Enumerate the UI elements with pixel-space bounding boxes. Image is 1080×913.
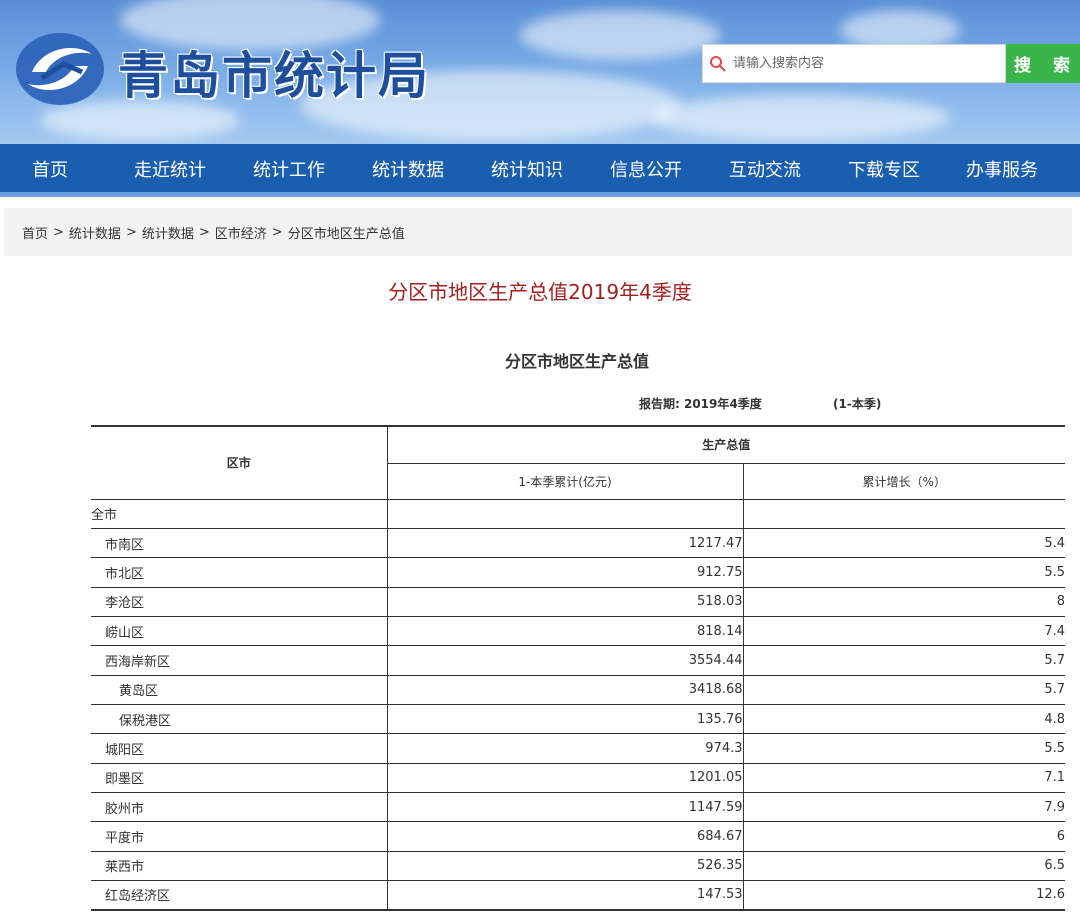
table-row: 全市 xyxy=(91,499,1066,529)
report-period: 报告期: 2019年4季度 xyxy=(639,397,762,411)
row-growth: 5.7 xyxy=(743,675,1066,705)
row-name: 胶州市 xyxy=(91,792,388,823)
column-header-region: 区市 xyxy=(91,425,388,500)
row-value: 1217.47 xyxy=(387,528,744,559)
breadcrumb-separator: > xyxy=(53,224,64,240)
row-name: 黄岛区 xyxy=(91,675,388,705)
row-value: 3418.68 xyxy=(387,675,744,705)
row-growth: 6 xyxy=(743,821,1066,852)
row-growth: 7.9 xyxy=(743,792,1066,823)
row-name: 崂山区 xyxy=(91,616,388,647)
row-growth: 7.1 xyxy=(743,763,1066,793)
row-name: 保税港区 xyxy=(91,704,388,735)
table-row: 市北区 912.75 5.5 xyxy=(91,557,1066,588)
row-value: 1201.05 xyxy=(387,763,744,793)
row-value: 1147.59 xyxy=(387,792,744,823)
row-name: 全市 xyxy=(91,499,388,529)
main-nav: 首页 走近统计 统计工作 统计数据 统计知识 信息公开 互动交流 下载专区 办事… xyxy=(0,144,1080,197)
breadcrumb-separator: > xyxy=(125,224,137,240)
row-value xyxy=(387,499,744,529)
table-row: 西海岸新区 3554.44 5.7 xyxy=(91,645,1066,676)
nav-item-data[interactable]: 统计数据 xyxy=(372,156,444,182)
row-value: 147.53 xyxy=(387,880,744,911)
table-row: 城阳区 974.3 5.5 xyxy=(91,733,1066,764)
row-growth: 7.4 xyxy=(743,616,1066,647)
breadcrumb-separator: > xyxy=(198,224,210,240)
column-header-gdp: 生产总值 xyxy=(387,425,1066,464)
row-name: 市北区 xyxy=(91,557,388,588)
row-name: 即墨区 xyxy=(91,763,388,793)
table-row: 黄岛区 3418.68 5.7 xyxy=(91,675,1066,705)
row-name: 市南区 xyxy=(91,528,388,559)
column-header-value: 1-本季累计(亿元) xyxy=(387,463,744,500)
nav-item-services[interactable]: 办事服务 xyxy=(966,156,1038,182)
table-row: 崂山区 818.14 7.4 xyxy=(91,616,1066,647)
search-icon xyxy=(710,55,726,72)
table-row: 保税港区 135.76 4.8 xyxy=(91,704,1066,735)
row-growth: 4.8 xyxy=(743,704,1066,735)
table-row: 莱西市 526.35 6.5 xyxy=(91,851,1066,881)
site-title[interactable]: 青岛市统计局 xyxy=(118,36,430,108)
nav-item-home[interactable]: 首页 xyxy=(32,156,68,182)
breadcrumb-stats-data-2[interactable]: 统计数据 xyxy=(142,223,194,242)
report-range: (1-本季) xyxy=(833,397,882,411)
row-value: 526.35 xyxy=(387,851,744,881)
breadcrumb-district-economy[interactable]: 区市经济 xyxy=(215,223,267,242)
table-row: 胶州市 1147.59 7.9 xyxy=(91,792,1066,823)
row-name: 李沧区 xyxy=(91,587,388,617)
table-row: 平度市 684.67 6 xyxy=(91,821,1066,852)
column-header-growth: 累计增长（%） xyxy=(743,463,1066,500)
row-value: 518.03 xyxy=(387,587,744,617)
table-row: 李沧区 518.03 8 xyxy=(91,587,1066,617)
row-value: 912.75 xyxy=(387,557,744,588)
table-row: 市南区 1217.47 5.4 xyxy=(91,528,1066,559)
nav-item-interaction[interactable]: 互动交流 xyxy=(729,156,801,182)
nav-item-disclosure[interactable]: 信息公开 xyxy=(610,156,682,182)
row-growth: 8 xyxy=(743,587,1066,617)
nav-item-about[interactable]: 走近统计 xyxy=(134,156,206,182)
row-name: 红岛经济区 xyxy=(91,880,388,911)
row-growth: 6.5 xyxy=(743,851,1066,881)
row-growth: 5.4 xyxy=(743,528,1066,559)
breadcrumb-current: 分区市地区生产总值 xyxy=(287,226,405,242)
breadcrumb-home[interactable]: 首页 xyxy=(22,223,48,242)
row-name: 西海岸新区 xyxy=(91,645,388,676)
nav-item-work[interactable]: 统计工作 xyxy=(253,156,325,182)
row-growth: 12.6 xyxy=(743,880,1066,911)
search-input[interactable] xyxy=(731,55,995,72)
row-name: 莱西市 xyxy=(91,851,388,881)
row-growth: 5.5 xyxy=(743,557,1066,588)
article-title: 分区市地区生产总值2019年4季度 xyxy=(388,280,692,304)
table-row: 即墨区 1201.05 7.1 xyxy=(91,763,1066,793)
row-name: 城阳区 xyxy=(91,733,388,764)
row-name: 平度市 xyxy=(91,821,388,852)
nav-item-knowledge[interactable]: 统计知识 xyxy=(491,156,563,182)
table-row: 红岛经济区 147.53 12.6 xyxy=(91,880,1066,911)
breadcrumb: 首页 > 统计数据 > 统计数据 > 区市经济 > 分区市地区生产总值 xyxy=(4,208,1072,256)
row-growth xyxy=(743,499,1066,529)
row-value: 684.67 xyxy=(387,821,744,852)
row-value: 974.3 xyxy=(387,733,744,764)
header-banner: 青岛市统计局 搜 索 xyxy=(0,0,1080,144)
breadcrumb-stats-data[interactable]: 统计数据 xyxy=(69,223,121,242)
table-title: 分区市地区生产总值 xyxy=(504,352,649,371)
gdp-table: 区市 生产总值 1-本季累计(亿元) 累计增长（%） 全市 市南区 1217.4… xyxy=(91,425,1066,911)
row-value: 3554.44 xyxy=(387,645,744,676)
search-box xyxy=(702,44,1006,83)
row-value: 818.14 xyxy=(387,616,744,647)
breadcrumb-separator: > xyxy=(271,224,283,240)
search-button[interactable]: 搜 索 xyxy=(1006,44,1080,83)
bureau-logo-icon[interactable] xyxy=(12,28,108,110)
row-growth: 5.7 xyxy=(743,645,1066,676)
row-value: 135.76 xyxy=(387,704,744,735)
row-growth: 5.5 xyxy=(743,733,1066,764)
nav-item-downloads[interactable]: 下载专区 xyxy=(848,156,920,182)
